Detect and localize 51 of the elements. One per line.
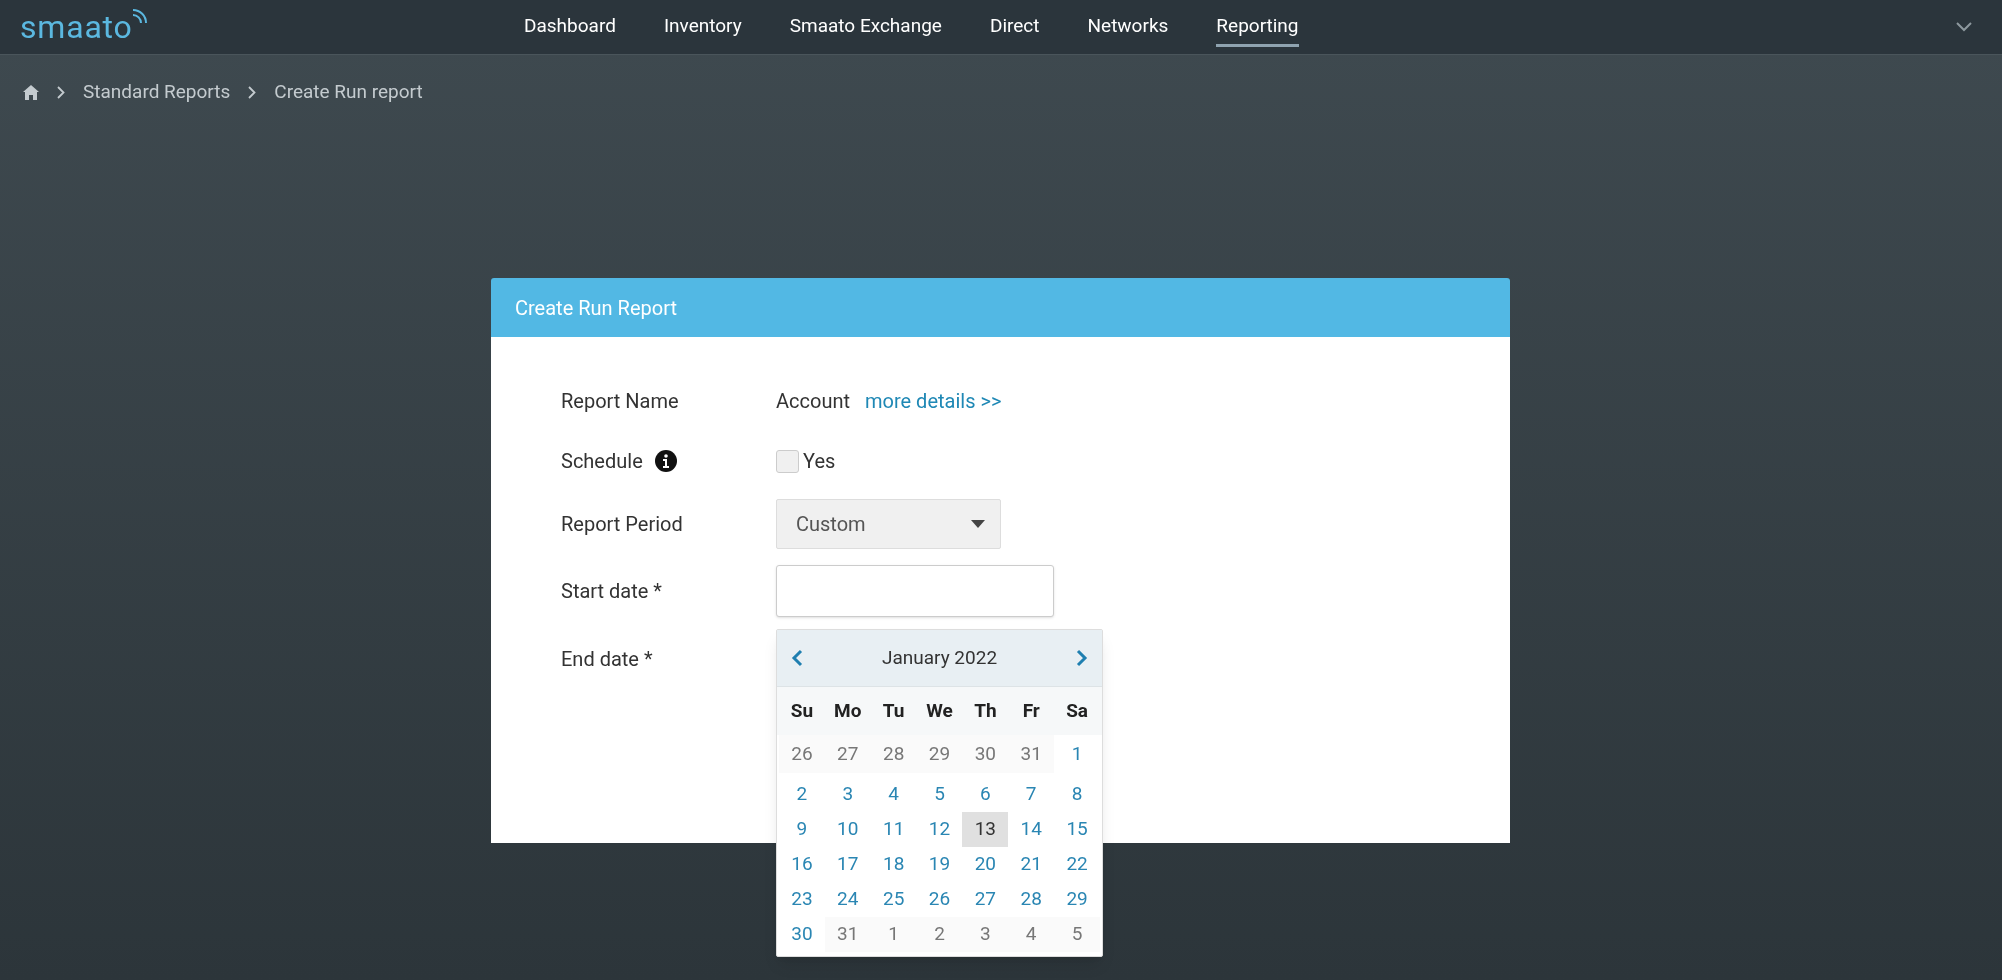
calendar-day[interactable]: 13 — [962, 812, 1009, 847]
calendar-day[interactable]: 29 — [916, 735, 963, 773]
card-title: Create Run Report — [515, 294, 677, 322]
weekday-header: We — [925, 697, 954, 724]
checkbox[interactable] — [776, 449, 799, 473]
calendar-day[interactable]: 30 — [962, 735, 1009, 773]
weekday-header: Su — [789, 697, 815, 724]
chevron-right-icon — [57, 86, 65, 99]
calendar-month-title: January 2022 — [880, 644, 999, 671]
chevron-right-icon — [248, 86, 257, 99]
calendar-day[interactable]: 31 — [1008, 735, 1055, 773]
logo[interactable]: smaato — [20, 11, 133, 43]
home-icon[interactable] — [23, 85, 39, 100]
breadcrumb-link[interactable]: Create Run report — [274, 78, 423, 107]
calendar-day[interactable]: 5 — [1054, 917, 1100, 952]
chevron-down-icon[interactable] — [1956, 22, 1972, 32]
nav-tab[interactable]: Direct — [989, 12, 1040, 47]
previous-month-icon[interactable] — [791, 649, 803, 667]
report-name-value: Account — [776, 388, 850, 415]
nav-tab[interactable]: Smaato Exchange — [789, 12, 942, 47]
calendar-day[interactable]: 26 — [779, 735, 825, 773]
report-period-dropdown[interactable]: Custom — [776, 499, 1001, 549]
field-label: Report Period — [561, 511, 684, 538]
calendar-day[interactable]: 4 — [1008, 917, 1055, 952]
calendar-day[interactable]: 1 — [870, 917, 917, 952]
signal-icon — [130, 7, 149, 25]
nav-tab[interactable]: Inventory — [663, 12, 742, 47]
field-label: Start date * — [561, 578, 663, 605]
field-label: End date * — [561, 646, 654, 673]
weekday-header: Mo — [833, 697, 863, 724]
breadcrumb-link[interactable]: Standard Reports — [83, 78, 231, 107]
weekday-header: Fr — [1021, 697, 1041, 724]
field-label: Report Name — [561, 388, 680, 415]
caret-icon — [971, 520, 985, 528]
calendar-day[interactable]: 3 — [962, 917, 1009, 952]
calendar-day[interactable]: 31 — [824, 917, 871, 952]
checkbox-label: Yes — [803, 448, 836, 475]
start-date-input[interactable] — [776, 565, 1054, 617]
nav-tab[interactable]: Dashboard — [524, 12, 616, 47]
weekday-header: Sa — [1065, 697, 1089, 724]
weekday-header: Tu — [881, 697, 906, 724]
calendar-day[interactable]: 2 — [916, 917, 963, 952]
field-label: Schedule — [561, 448, 643, 475]
weekday-header: Th — [973, 697, 998, 724]
info-icon[interactable] — [654, 450, 677, 472]
more-details-link[interactable]: more details >> — [865, 386, 1002, 416]
nav-tab[interactable]: Networks — [1087, 12, 1169, 47]
calendar-day[interactable]: 28 — [870, 735, 917, 773]
calendar-day[interactable]: 27 — [824, 735, 871, 773]
nav-tab[interactable]: Reporting — [1216, 12, 1299, 47]
next-month-icon[interactable] — [1076, 649, 1088, 667]
